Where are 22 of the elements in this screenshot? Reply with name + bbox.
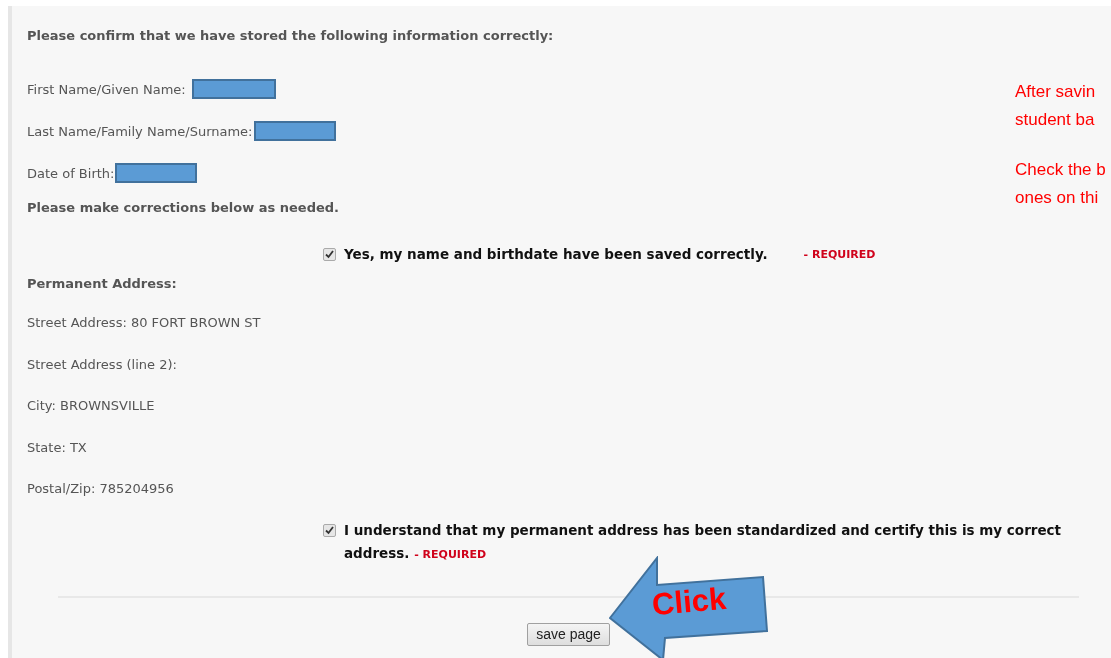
- section-heading: Permanent Address:: [27, 276, 178, 293]
- annotation-text: After savin: [1015, 81, 1097, 103]
- required-label: - REQUIRED: [803, 247, 876, 261]
- section-heading: Please confirm that we have stored the following information correctly:: [27, 28, 555, 45]
- annotation-text: Check the b: [1015, 159, 1106, 181]
- field-label: Date of Birth:: [27, 165, 115, 181]
- checkbox[interactable]: [323, 523, 336, 537]
- annotation-text: student ba: [1015, 109, 1096, 131]
- address-field: Street Address: 80 FORT BROWN ST: [27, 315, 261, 331]
- annotation-text: ones on thi: [1015, 187, 1100, 209]
- address-field: Street Address (line 2):: [27, 356, 177, 372]
- section-heading: Please make corrections below as needed.: [27, 200, 341, 216]
- address-field: City: BROWNSVILLE: [27, 398, 155, 414]
- confirm-label: I understand that my permanent address has been standardized and certify this is my correct address. - REQUIRED: [344, 520, 1063, 563]
- field-label: Last Name/Family Name/Surname:: [27, 123, 253, 139]
- confirm-label: Yes, my name and birthdate have been saved correctly.: [344, 246, 768, 262]
- callout-text: Click: [650, 580, 728, 624]
- field-label: First Name/Given Name:: [27, 81, 186, 97]
- checkbox[interactable]: [323, 247, 336, 261]
- address-field: State: TX: [27, 439, 87, 455]
- address-field: Postal/Zip: 785204956: [27, 481, 174, 497]
- save-button[interactable]: save page: [527, 622, 610, 646]
